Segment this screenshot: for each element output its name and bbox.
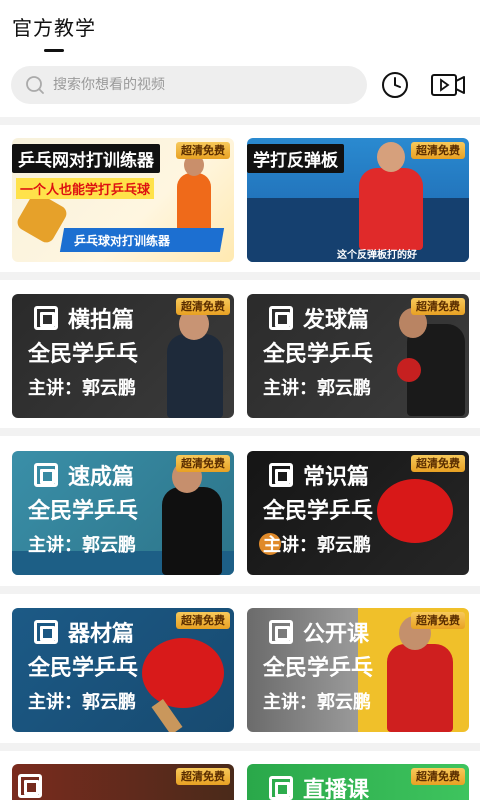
video-card[interactable]: 直播课 超清免费: [247, 764, 469, 800]
card-title: 常识篇: [303, 465, 370, 490]
video-card[interactable]: 发球篇 全民学乒乓 主讲：郭云鹏 超清免费: [247, 294, 469, 418]
card-brand: 全民学乒乓: [28, 656, 139, 681]
section-divider: [0, 586, 480, 594]
card-lecturer: 主讲：郭云鹏: [263, 535, 371, 556]
section-divider: [0, 272, 480, 280]
hd-free-badge: 超清免费: [176, 768, 230, 785]
hd-free-badge: 超清免费: [176, 298, 230, 315]
section-divider: [0, 117, 480, 125]
card-title: 器材篇: [68, 622, 135, 647]
card-brand: 全民学乒乓: [263, 499, 374, 524]
card-title: 速成篇: [68, 465, 135, 490]
section-divider: [0, 428, 480, 436]
tab-indicator: [44, 49, 64, 52]
card-brand: 全民学乒乓: [28, 342, 139, 367]
hd-free-badge: 超清免费: [411, 142, 465, 159]
hd-free-badge: 超清免费: [176, 455, 230, 472]
search-icon: [26, 76, 44, 94]
logo-icon: [269, 620, 293, 644]
logo-icon: [34, 306, 58, 330]
video-card[interactable]: 公开课 全民学乒乓 主讲：郭云鹏 超清免费: [247, 608, 469, 732]
video-card[interactable]: 常识篇 全民学乒乓 主讲：郭云鹏 超清免费: [247, 451, 469, 575]
video-card[interactable]: 器材篇 全民学乒乓 主讲：郭云鹏 超清免费: [12, 608, 234, 732]
logo-icon: [34, 463, 58, 487]
hd-free-badge: 超清免费: [411, 298, 465, 315]
logo-icon: [269, 463, 293, 487]
search-input[interactable]: [53, 66, 353, 104]
video-card[interactable]: 超清免费: [12, 764, 234, 800]
card-lecturer: 主讲：郭云鹏: [263, 692, 371, 713]
card-subtitle: 一个人也能学打乒乓球: [16, 178, 155, 199]
card-lecturer: 主讲：郭云鹏: [28, 378, 136, 399]
card-title: 乒乓网对打训练器: [12, 144, 160, 173]
header: 官方教学: [0, 0, 480, 60]
card-title: 学打反弹板: [247, 144, 344, 173]
logo-icon: [34, 620, 58, 644]
video-card[interactable]: 速成篇 全民学乒乓 主讲：郭云鹏 超清免费: [12, 451, 234, 575]
hd-free-badge: 超清免费: [411, 768, 465, 785]
hd-free-badge: 超清免费: [411, 612, 465, 629]
logo-icon: [269, 776, 293, 800]
card-lecturer: 主讲：郭云鹏: [28, 692, 136, 713]
card-caption: 这个反弹板打的好: [337, 250, 417, 261]
card-brand: 全民学乒乓: [263, 656, 374, 681]
banner-text: 乒乓球对打训练器: [74, 234, 171, 248]
card-brand: 全民学乒乓: [263, 342, 374, 367]
card-lecturer: 主讲：郭云鹏: [263, 378, 371, 399]
section-divider: [0, 743, 480, 751]
logo-icon: [269, 306, 293, 330]
video-card[interactable]: 乒乓球对打训练器 乒乓网对打训练器 一个人也能学打乒乓球 超清免费: [12, 138, 234, 262]
logo-icon: [18, 774, 42, 798]
video-card[interactable]: 横拍篇 全民学乒乓 主讲：郭云鹏 超清免费: [12, 294, 234, 418]
page-title: 官方教学: [12, 16, 96, 40]
hd-free-badge: 超清免费: [176, 612, 230, 629]
card-title: 发球篇: [303, 308, 370, 333]
hd-free-badge: 超清免费: [411, 455, 465, 472]
card-brand: 全民学乒乓: [28, 499, 139, 524]
card-title: 直播课: [303, 778, 370, 800]
hd-free-badge: 超清免费: [176, 142, 230, 159]
card-title: 公开课: [303, 622, 370, 647]
card-title: 横拍篇: [68, 308, 135, 333]
video-card[interactable]: 学打反弹板 这个反弹板打的好 超清免费: [247, 138, 469, 262]
video-camera-icon[interactable]: [430, 70, 466, 100]
search-bar[interactable]: [11, 66, 367, 104]
clock-icon[interactable]: [380, 70, 410, 100]
card-lecturer: 主讲：郭云鹏: [28, 535, 136, 556]
